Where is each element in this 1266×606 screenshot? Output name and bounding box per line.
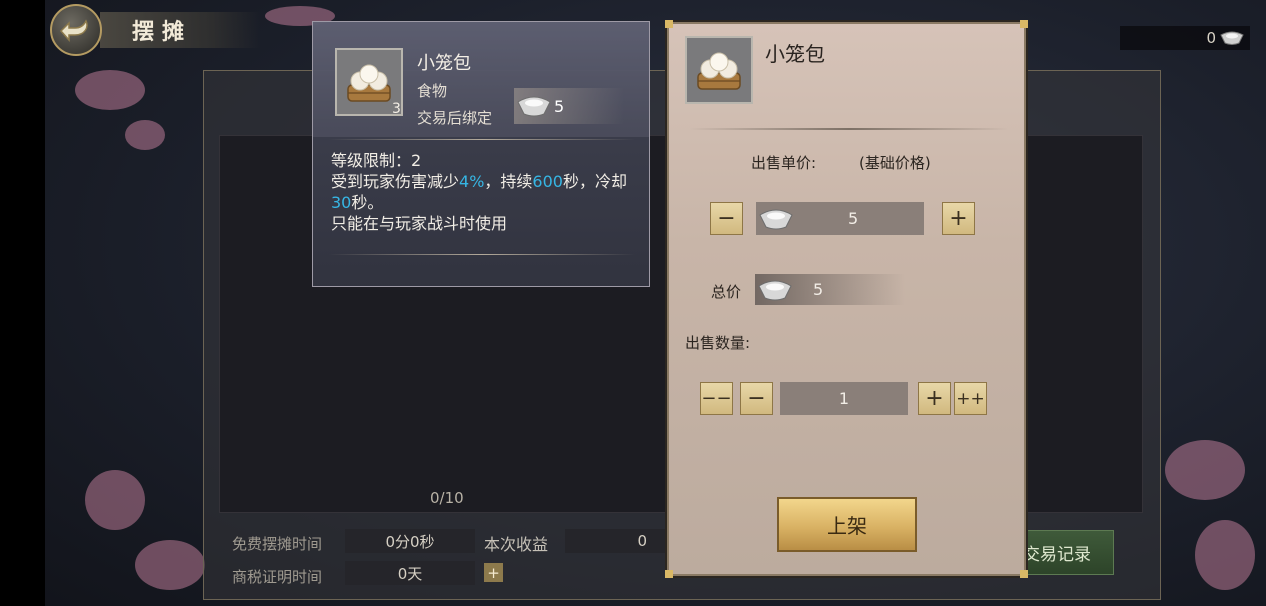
item-type: 食物 [417, 82, 448, 100]
silver-ingot-icon [758, 280, 792, 300]
panel-corner [665, 570, 673, 578]
steamed-bun-icon [347, 64, 391, 102]
sell-item-name: 小笼包 [765, 42, 825, 66]
sell-panel: 小笼包 出售单价: (基础价格) − 5 + 总价 5 出售数量: −− − 1… [665, 20, 1028, 578]
price-decrease-button[interactable]: − [710, 202, 743, 235]
list-item-button[interactable]: 上架 [777, 497, 917, 552]
panel-corner [1020, 20, 1028, 28]
effect-text-part: 秒。 [351, 193, 384, 212]
item-price: 5 [514, 88, 624, 124]
quantity-max-button[interactable]: ++ [954, 382, 987, 415]
unit-price-value: 5 [848, 209, 859, 228]
quantity-increase-button[interactable]: + [918, 382, 951, 415]
silver-ingot-icon [1220, 31, 1244, 45]
effect-text-part: ，持续 [484, 172, 533, 191]
slot-count: 0/10 [430, 489, 464, 507]
item-tooltip: 3 小笼包 食物 交易后绑定 5 等级限制：2 受到玩家伤害减少4%，持续600… [312, 21, 650, 287]
panel-corner [665, 20, 673, 28]
effect-percent: 4% [459, 172, 485, 191]
quantity-field[interactable]: 1 [780, 382, 908, 415]
back-arrow-icon [59, 19, 88, 42]
back-button[interactable] [50, 4, 102, 56]
silver-ingot-icon [759, 209, 793, 229]
sell-item-icon-frame [685, 36, 753, 104]
item-description: 等级限制：2 受到玩家伤害减少4%，持续600秒，冷却 30秒。 只能在与玩家战斗… [331, 150, 641, 234]
unit-price-field[interactable]: 5 [756, 202, 924, 235]
earnings-value: 0 [565, 529, 665, 553]
item-name: 小笼包 [417, 53, 471, 74]
blossom-decoration [135, 540, 205, 590]
quantity-min-button[interactable]: −− [700, 382, 733, 415]
blossom-decoration [1195, 520, 1255, 590]
panel-corner [1020, 570, 1028, 578]
price-increase-button[interactable]: + [942, 202, 975, 235]
level-requirement: 等级限制：2 [331, 151, 422, 170]
effect-text-part: 秒，冷却 [562, 172, 627, 191]
total-price-value: 5 [813, 280, 824, 299]
effect-text: 受到玩家伤害减少4%，持续600秒，冷却 30秒。 [331, 171, 641, 213]
quantity-decrease-button[interactable]: − [740, 382, 773, 415]
effect-text-part: 受到玩家伤害减少 [331, 172, 460, 191]
currency-display: 0 [1120, 26, 1250, 50]
blossom-decoration [75, 70, 145, 110]
free-time-value: 0分0秒 [345, 529, 475, 553]
unit-price-label: 出售单价: [751, 154, 817, 172]
free-time-label: 免费摆摊时间 [232, 535, 323, 553]
total-price-label: 总价 [711, 283, 742, 301]
tooltip-divider [329, 139, 635, 140]
item-quantity: 3 [392, 101, 401, 117]
sell-divider [689, 128, 1009, 130]
steamed-bun-icon [697, 52, 741, 90]
tax-label: 商税证明时间 [232, 568, 323, 586]
item-bind-status: 交易后绑定 [417, 109, 493, 127]
effect-duration: 600 [532, 172, 563, 191]
blossom-decoration [85, 470, 145, 530]
silver-ingot-icon [517, 96, 551, 117]
page-title: 摆摊 [132, 19, 193, 45]
blossom-decoration [1165, 440, 1245, 500]
blossom-decoration [125, 120, 165, 150]
earnings-label: 本次收益 [484, 535, 549, 554]
currency-amount: 0 [1206, 29, 1216, 47]
tax-value: 0天 [345, 561, 475, 585]
add-tax-button[interactable]: + [484, 563, 503, 582]
usage-restriction: 只能在与玩家战斗时使用 [331, 214, 508, 233]
total-price-field: 5 [755, 274, 905, 305]
sell-quantity-label: 出售数量: [685, 334, 751, 352]
item-price-value: 5 [554, 96, 565, 116]
tooltip-divider [329, 254, 635, 255]
effect-cooldown: 30 [331, 193, 352, 212]
base-price-label: (基础价格) [859, 154, 931, 172]
